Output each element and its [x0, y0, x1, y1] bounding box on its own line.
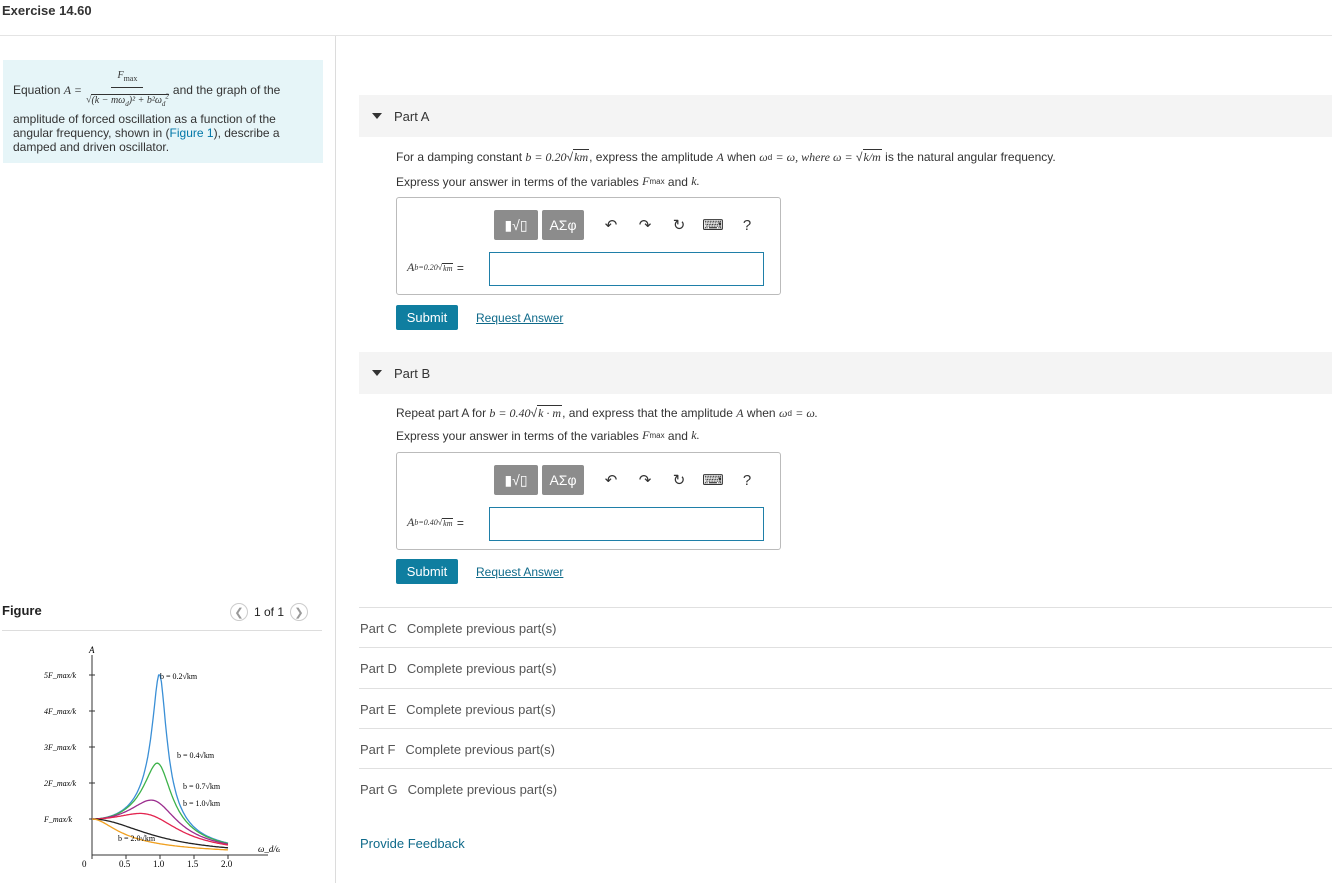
- part-b-answer-input[interactable]: [489, 507, 764, 541]
- header-divider: [0, 35, 1332, 36]
- part-f-row: Part F Complete previous part(s): [359, 728, 1332, 769]
- figure-heading: Figure: [2, 603, 42, 618]
- resonance-chart[interactable]: Aω_d/ω 0 0.5 1.0 1.5 2.0 F_max/k 2F_max/k 3F_max…: [40, 640, 280, 872]
- equation-lhs: A =: [63, 83, 82, 97]
- part-b-question: Repeat part A for b = 0.40 √ k · m, and ex…: [396, 405, 818, 420]
- part-a-header[interactable]: Part A: [359, 95, 1332, 137]
- panel-divider: [335, 36, 336, 883]
- reset-icon[interactable]: ↻: [668, 214, 690, 236]
- x-tick-label: 0: [82, 859, 87, 869]
- part-a-answer-input[interactable]: [489, 252, 764, 286]
- intro-body: amplitude of forced oscillation as a fun…: [13, 112, 280, 154]
- math-toolbar: ▮√▯ ΑΣφ ↶ ↷ ↻ ⌨ ?: [494, 465, 758, 495]
- series-label: b = 1.0√km: [183, 799, 221, 808]
- x-tick-label: 1.0: [153, 859, 165, 869]
- part-a-question: For a damping constant b = 0.20 √ km, expr…: [396, 149, 1056, 164]
- collapse-triangle-icon[interactable]: [372, 370, 382, 376]
- part-d-row: Part D Complete previous part(s): [359, 647, 1332, 688]
- part-b-submit-button[interactable]: Submit: [396, 559, 458, 584]
- part-b-title: Part B: [394, 365, 431, 381]
- equation-fraction: Fmax √(k − mωd)² + b²ωd2: [86, 69, 169, 110]
- equation-denominator: √(k − mωd)² + b²ωd2: [85, 92, 169, 108]
- part-e-row: Part E Complete previous part(s): [359, 688, 1332, 729]
- equation-prefix: Equation: [13, 83, 61, 97]
- y-tick-label: 5F_max/k: [44, 671, 76, 680]
- equation-after: and the graph of the: [172, 83, 281, 97]
- part-g-row: Part G Complete previous part(s): [359, 768, 1332, 809]
- figure-pager: ❮ 1 of 1 ❯: [230, 603, 309, 621]
- part-a-title: Part A: [394, 108, 430, 124]
- y-tick-label: 4F_max/k: [44, 707, 76, 716]
- problem-intro: Equation A = Fmax √(k − mωd)² + b²ωd2 an…: [3, 60, 323, 163]
- series-label: b = 0.2√km: [160, 672, 198, 681]
- greek-symbols-button[interactable]: ΑΣφ: [542, 210, 584, 240]
- y-tick-label: 2F_max/k: [44, 779, 76, 788]
- collapse-triangle-icon[interactable]: [372, 113, 382, 119]
- keyboard-icon[interactable]: ⌨: [702, 214, 724, 236]
- keyboard-icon[interactable]: ⌨: [702, 469, 724, 491]
- series-label: b = 0.4√km: [177, 751, 215, 760]
- redo-icon[interactable]: ↷: [634, 469, 656, 491]
- help-button[interactable]: ?: [736, 469, 758, 491]
- series-label: b = 0.7√km: [183, 782, 221, 791]
- undo-icon[interactable]: ↶: [600, 469, 622, 491]
- x-tick-label: 2.0: [221, 859, 233, 869]
- figure-page-count: 1 of 1: [254, 605, 285, 619]
- chevron-right-icon[interactable]: ❯: [290, 603, 309, 621]
- part-b-answer-label: Ab=0.40 √ km =: [407, 515, 464, 530]
- figure-link[interactable]: Figure 1: [170, 126, 214, 140]
- greek-symbols-button[interactable]: ΑΣφ: [542, 465, 584, 495]
- figure-divider: [2, 630, 322, 631]
- exercise-title: Exercise 14.60: [2, 3, 92, 18]
- math-toolbar: ▮√▯ ΑΣφ ↶ ↷ ↻ ⌨ ?: [494, 210, 758, 240]
- part-b-instructions: Express your answer in terms of the vari…: [396, 428, 700, 443]
- fraction-sqrt-template-icon[interactable]: ▮√▯: [494, 465, 538, 495]
- part-b-answer-box: ▮√▯ ΑΣφ ↶ ↷ ↻ ⌨ ? Ab=0.40 √ km =: [396, 452, 781, 550]
- equation-numerator: Fmax: [111, 69, 144, 89]
- provide-feedback-link[interactable]: Provide Feedback: [360, 836, 465, 851]
- part-b-request-answer-link[interactable]: Request Answer: [476, 565, 563, 579]
- part-b-header[interactable]: Part B: [359, 352, 1332, 394]
- part-a-answer-box: ▮√▯ ΑΣφ ↶ ↷ ↻ ⌨ ? Ab=0.20 √ km =: [396, 197, 781, 295]
- part-a-request-answer-link[interactable]: Request Answer: [476, 311, 563, 325]
- x-axis-label: ω_d/ω: [258, 844, 280, 854]
- y-tick-label: F_max/k: [43, 815, 72, 824]
- help-button[interactable]: ?: [736, 214, 758, 236]
- redo-icon[interactable]: ↷: [634, 214, 656, 236]
- part-c-row: Part C Complete previous part(s): [359, 607, 1332, 648]
- equation-line: Equation A = Fmax √(k − mωd)² + b²ωd2 an…: [13, 68, 313, 112]
- series-line: [92, 812, 229, 846]
- x-tick-label: 0.5: [119, 859, 131, 869]
- reset-icon[interactable]: ↻: [668, 469, 690, 491]
- y-tick-label: 3F_max/k: [43, 743, 76, 752]
- part-a-answer-label: Ab=0.20 √ km =: [407, 260, 464, 275]
- part-a-submit-button[interactable]: Submit: [396, 305, 458, 330]
- series-label: b = 2.0√km: [118, 834, 156, 843]
- fraction-sqrt-template-icon[interactable]: ▮√▯: [494, 210, 538, 240]
- undo-icon[interactable]: ↶: [600, 214, 622, 236]
- part-a-instructions: Express your answer in terms of the vari…: [396, 174, 700, 189]
- y-axis-label: A: [88, 645, 95, 655]
- chevron-left-icon[interactable]: ❮: [230, 603, 248, 621]
- x-tick-label: 1.5: [187, 859, 199, 869]
